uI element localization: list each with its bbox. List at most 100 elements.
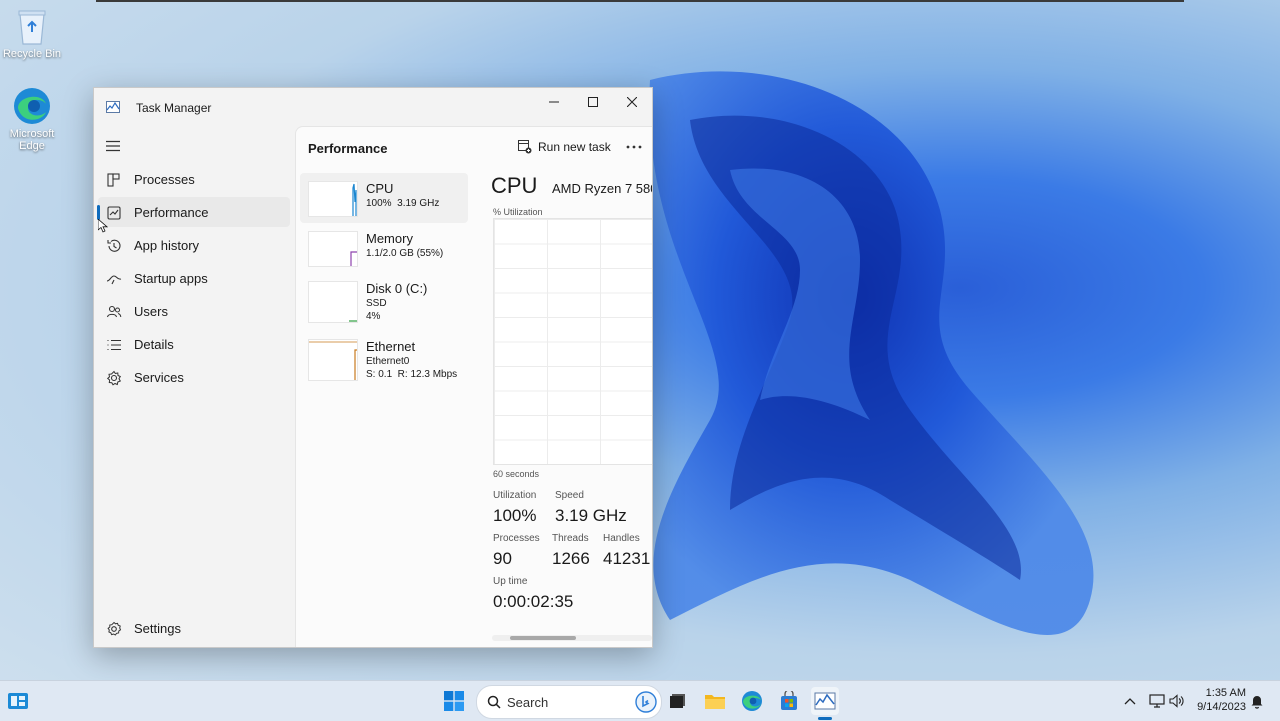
sidebar-item-label: Processes: [134, 172, 195, 187]
top-edge-line: [96, 0, 1184, 2]
resource-memory[interactable]: Memory 1.1/2.0 GB (55%): [300, 223, 468, 273]
close-button[interactable]: [612, 88, 651, 116]
notifications-button[interactable]: [1243, 687, 1271, 715]
horizontal-scrollbar[interactable]: [492, 635, 652, 641]
taskbar-clock[interactable]: 1:35 AM 9/14/2023: [1192, 686, 1246, 714]
window-title: Task Manager: [136, 101, 212, 115]
uptime-label: Up time: [493, 576, 528, 587]
resource-usage: 100% 3.19 GHz: [366, 198, 440, 209]
resource-name: Ethernet: [366, 339, 416, 354]
page-title: Performance: [308, 141, 388, 156]
processes-label: Processes: [493, 533, 540, 544]
resource-usage: 4%: [366, 311, 381, 322]
task-manager-taskbar-button[interactable]: [811, 687, 839, 715]
sidebar-item-settings[interactable]: Settings: [98, 613, 290, 643]
bing-icon[interactable]: [635, 691, 657, 713]
performance-panel: Performance Run new task CPU 100% 3.19 G…: [295, 126, 652, 647]
sidebar-nav: Processes Performance App history Startu: [94, 126, 294, 647]
close-icon: [626, 97, 637, 107]
sidebar-item-label: Users: [134, 304, 168, 319]
active-indicator: [97, 205, 100, 220]
resource-name: Disk 0 (C:): [366, 281, 428, 296]
handles-label: Handles: [603, 533, 640, 544]
resource-name: Memory: [366, 231, 413, 246]
taskbar-search[interactable]: Search: [476, 685, 662, 719]
store-button[interactable]: [775, 687, 803, 715]
resource-ethernet[interactable]: Ethernet Ethernet0 S: 0.1 R: 12.3 Mbps: [300, 331, 468, 387]
resource-cpu[interactable]: CPU 100% 3.19 GHz: [300, 173, 468, 223]
edge-icon: [742, 691, 762, 711]
speed-label: Speed: [555, 490, 584, 501]
run-new-task-icon: [518, 140, 532, 154]
users-icon: [106, 305, 122, 318]
volume-button[interactable]: [1163, 687, 1191, 715]
resource-disk[interactable]: Disk 0 (C:) SSD 4%: [300, 273, 468, 329]
sidebar-item-app-history[interactable]: App history: [98, 230, 290, 260]
task-manager-window: Task Manager Processes Performance App h…: [93, 87, 653, 648]
hamburger-menu-icon[interactable]: [106, 140, 120, 152]
performance-icon: [107, 206, 121, 220]
services-icon: [106, 370, 122, 386]
resource-adapter: Ethernet0: [366, 356, 410, 367]
sidebar-item-services[interactable]: Services: [98, 362, 290, 392]
handles-value: 41231: [603, 549, 651, 568]
sidebar-item-details[interactable]: Details: [98, 329, 290, 359]
sidebar-item-performance[interactable]: Performance: [97, 197, 290, 227]
recycle-bin-icon: [18, 10, 46, 45]
edge-taskbar-button[interactable]: [738, 687, 766, 715]
windows-logo-icon: [444, 691, 464, 711]
start-button[interactable]: [440, 687, 468, 715]
maximize-button[interactable]: [573, 88, 612, 116]
sidebar-item-startup-apps[interactable]: Startup apps: [98, 263, 290, 293]
folder-icon: [705, 695, 725, 709]
wallpaper-bloom: [649, 71, 1094, 636]
threads-label: Threads: [552, 533, 589, 544]
desktop-icon-recycle-bin[interactable]: Recycle Bin: [0, 6, 64, 60]
uptime-value: 0:00:02:35: [493, 592, 574, 611]
search-icon: [487, 695, 501, 709]
minimize-button[interactable]: [534, 88, 573, 116]
resource-usage: 1.1/2.0 GB (55%): [366, 248, 444, 259]
graph-time-label: 60 seconds: [493, 469, 540, 479]
ethernet-mini-graph: [308, 339, 358, 381]
app-history-icon: [107, 239, 121, 252]
widgets-icon: [8, 693, 28, 709]
edge-label: Microsoft Edge: [9, 128, 55, 152]
resource-type: SSD: [366, 298, 387, 309]
threads-value: 1266: [552, 549, 590, 568]
speed-value: 3.19 GHz: [555, 506, 627, 525]
startup-apps-icon: [106, 275, 122, 285]
sidebar-item-processes[interactable]: Processes: [98, 164, 290, 194]
sidebar-item-label: Startup apps: [134, 271, 208, 286]
file-explorer-button[interactable]: [701, 687, 729, 715]
notification-bell-icon: [1251, 696, 1263, 709]
sidebar-item-users[interactable]: Users: [98, 296, 290, 326]
task-view-icon: [670, 694, 685, 708]
volume-icon: [1169, 694, 1184, 708]
scrollbar-thumb[interactable]: [510, 636, 576, 640]
resource-throughput: S: 0.1 R: 12.3 Mbps: [366, 369, 458, 380]
sidebar-item-label: Services: [134, 370, 184, 385]
edge-icon: [14, 88, 50, 124]
details-icon: [107, 339, 121, 351]
detail-title: CPU: [491, 173, 538, 198]
cpu-mini-graph: [308, 181, 358, 217]
cpu-utilization-graph: [493, 218, 652, 465]
graph-label: % Utilization: [493, 207, 543, 217]
settings-label: Settings: [134, 621, 181, 636]
processes-icon: [107, 173, 120, 187]
run-new-task-button[interactable]: Run new task: [518, 137, 611, 157]
widgets-button[interactable]: [4, 687, 32, 715]
sidebar-item-label: Details: [134, 337, 174, 352]
memory-mini-graph: [308, 231, 358, 267]
disk-mini-graph: [308, 281, 358, 323]
mouse-cursor: [98, 219, 108, 233]
title-bar[interactable]: Task Manager: [94, 88, 652, 126]
recycle-bin-label: Recycle Bin: [2, 48, 62, 60]
show-hidden-icons-button[interactable]: [1116, 687, 1144, 715]
desktop-icon-edge[interactable]: Microsoft Edge: [0, 86, 64, 152]
maximize-icon: [587, 97, 598, 107]
more-options-icon[interactable]: [624, 137, 644, 157]
search-placeholder: Search: [507, 695, 549, 710]
task-view-button[interactable]: [664, 687, 692, 715]
